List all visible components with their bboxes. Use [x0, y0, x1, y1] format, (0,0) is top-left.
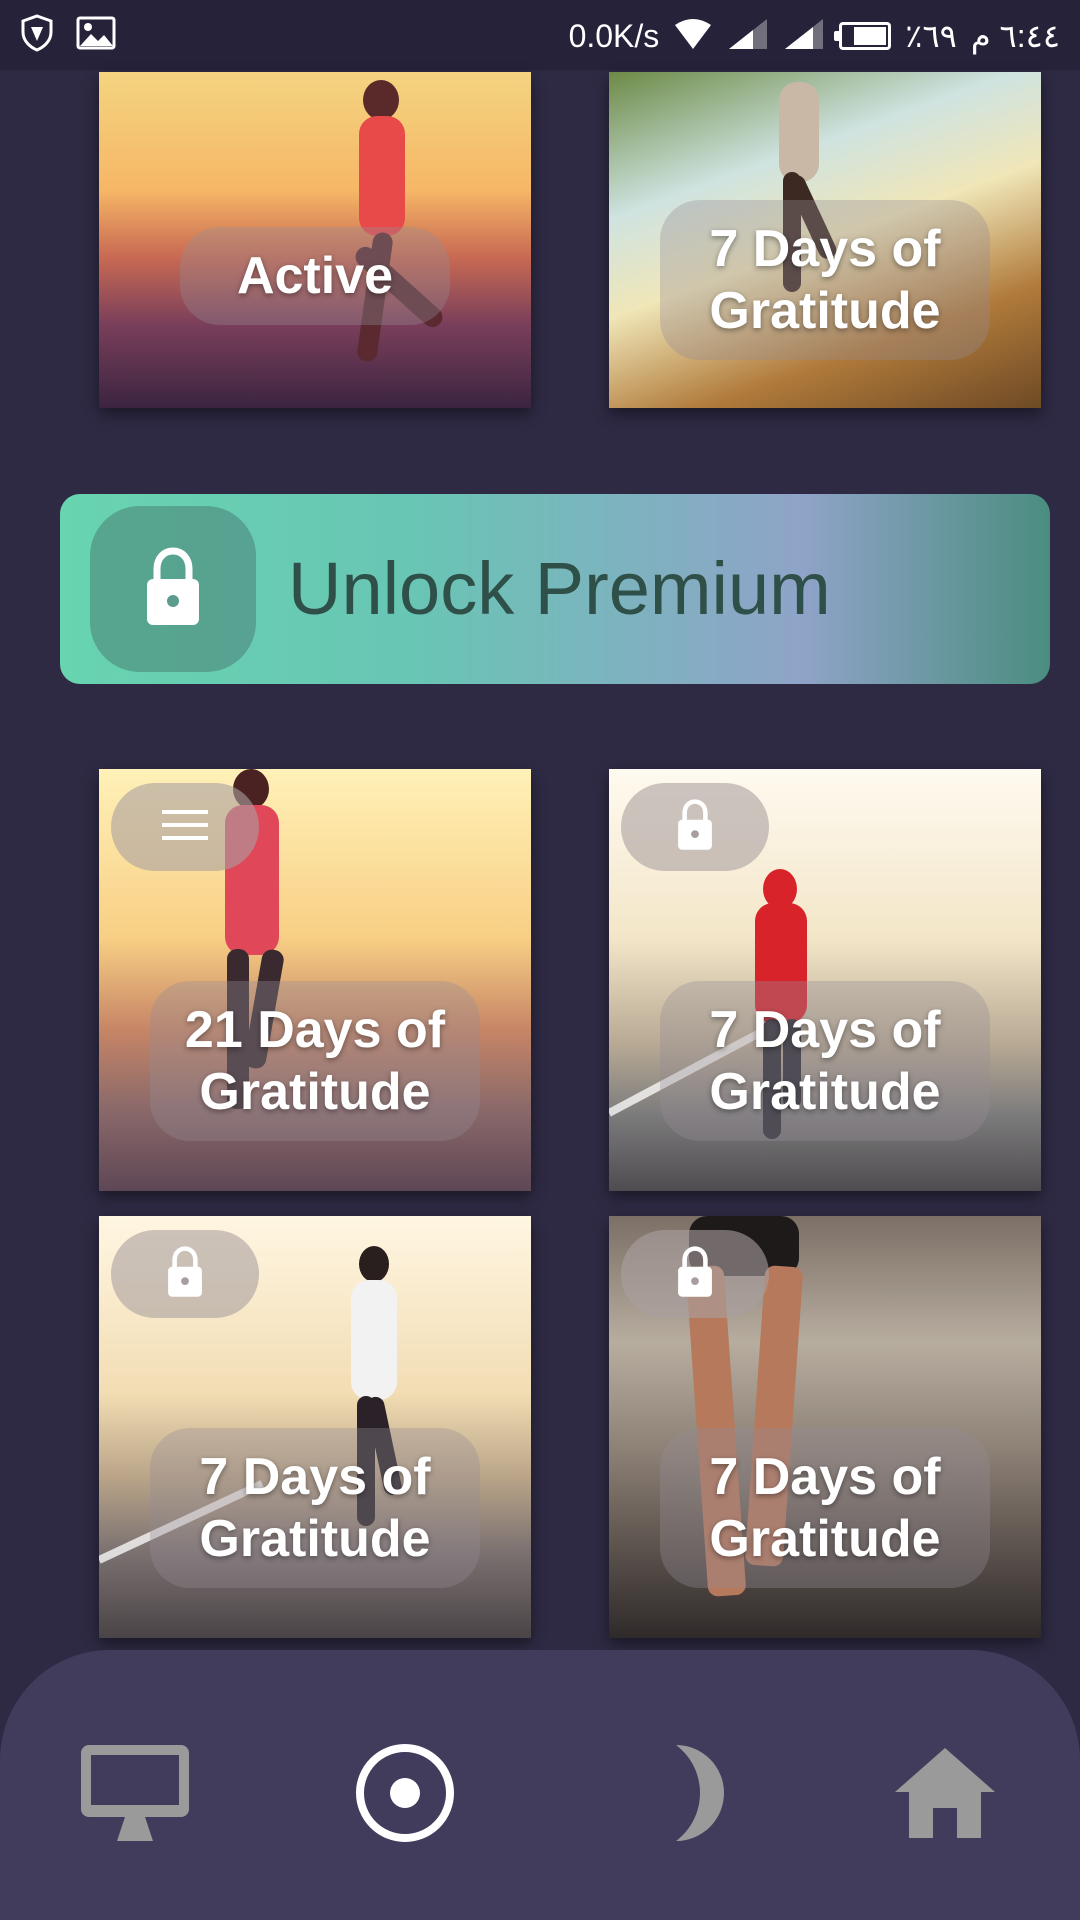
card-title-text: 7 Days of Gratitude: [199, 1448, 431, 1568]
nav-sleep-button[interactable]: [630, 1735, 750, 1855]
card-title-text: 7 Days of Gratitude: [709, 220, 941, 340]
card-title-text: 7 Days of Gratitude: [709, 1001, 941, 1121]
menu-icon: [162, 808, 208, 847]
premium-label: Unlock Premium: [288, 547, 831, 630]
lock-icon: [165, 1245, 205, 1303]
lock-icon: [143, 546, 203, 632]
program-card-gratitude[interactable]: 7 Days of Gratitude: [609, 72, 1041, 408]
card-title: 7 Days of Gratitude: [150, 1428, 480, 1588]
card-title-text: 21 Days of Gratitude: [184, 1001, 446, 1121]
program-card-active[interactable]: Active: [99, 72, 531, 408]
premium-icon-box: [90, 506, 256, 672]
wifi-icon: [673, 17, 713, 56]
card-lock-badge: [621, 783, 769, 871]
radio-target-icon: [353, 1741, 457, 1850]
program-card-7-days[interactable]: 7 Days of Gratitude: [609, 769, 1041, 1191]
card-title: 7 Days of Gratitude: [660, 200, 990, 360]
signal-icon: [727, 17, 769, 56]
unlock-premium-button[interactable]: Unlock Premium: [60, 494, 1050, 684]
lock-icon: [675, 798, 715, 856]
card-menu-button[interactable]: [111, 783, 259, 871]
nav-monitor-button[interactable]: [75, 1735, 195, 1855]
monitor-icon: [79, 1743, 191, 1848]
status-bar: 0.0K/s ٪٦٩ ٦:٤٤ م: [0, 0, 1080, 70]
nav-home-button[interactable]: [885, 1735, 1005, 1855]
network-speed: 0.0K/s: [568, 18, 660, 54]
card-lock-badge: [111, 1230, 259, 1318]
program-card-7-days[interactable]: 7 Days of Gratitude: [99, 1216, 531, 1638]
clock: ٦:٤٤ م: [970, 18, 1060, 54]
program-card-7-days[interactable]: 7 Days of Gratitude: [609, 1216, 1041, 1638]
card-title: 7 Days of Gratitude: [660, 1428, 990, 1588]
image-icon: [76, 16, 116, 55]
card-title: Active: [180, 227, 450, 325]
shield-icon: [20, 14, 54, 57]
card-lock-badge: [621, 1230, 769, 1318]
card-title: 7 Days of Gratitude: [660, 981, 990, 1141]
card-title: 21 Days of Gratitude: [150, 981, 480, 1141]
battery-percent: ٪٦٩: [905, 18, 957, 54]
home-icon: [893, 1746, 997, 1845]
program-card-21-days[interactable]: 21 Days of Gratitude: [99, 769, 531, 1191]
battery-icon: [834, 22, 892, 50]
nav-radio-button[interactable]: [345, 1735, 465, 1855]
bottom-nav: [0, 1650, 1080, 1920]
signal-icon: [783, 17, 825, 56]
card-title-text: 7 Days of Gratitude: [709, 1448, 941, 1568]
lock-icon: [675, 1245, 715, 1303]
moon-icon: [648, 1741, 732, 1850]
